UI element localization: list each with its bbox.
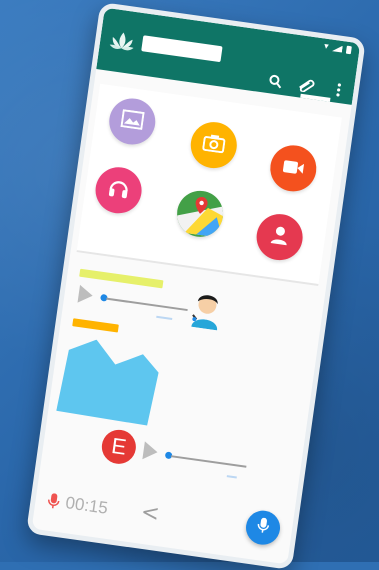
location-button[interactable] bbox=[174, 188, 226, 240]
camera-button[interactable] bbox=[188, 119, 240, 171]
record-button[interactable] bbox=[244, 508, 282, 546]
recording-timer: 00:15 bbox=[64, 493, 109, 519]
status-bar: ▾ bbox=[323, 42, 352, 56]
video-camera-icon bbox=[281, 157, 305, 179]
signal-icon bbox=[332, 44, 343, 52]
lotus-logo-icon bbox=[107, 29, 138, 55]
battery-icon bbox=[346, 46, 352, 55]
microphone-icon bbox=[256, 517, 271, 538]
headphones-icon bbox=[106, 177, 131, 204]
image-message[interactable] bbox=[56, 336, 166, 429]
audio-button[interactable] bbox=[93, 164, 145, 216]
message-meta-line bbox=[156, 316, 172, 320]
play-icon[interactable] bbox=[78, 285, 94, 305]
message-highlight-bar bbox=[79, 269, 163, 289]
wifi-icon: ▾ bbox=[323, 42, 329, 53]
camera-icon bbox=[201, 133, 226, 158]
contact-button[interactable] bbox=[254, 211, 306, 263]
more-vert-icon[interactable] bbox=[329, 80, 349, 100]
location-map-icon bbox=[174, 188, 226, 240]
audio-track[interactable] bbox=[106, 298, 187, 311]
play-icon[interactable] bbox=[142, 441, 158, 461]
search-icon[interactable] bbox=[265, 71, 285, 91]
gallery-icon bbox=[120, 109, 145, 134]
avatar bbox=[185, 284, 228, 331]
microphone-icon bbox=[47, 493, 61, 511]
image-caption-bar bbox=[72, 318, 119, 332]
gallery-button[interactable] bbox=[106, 96, 158, 148]
chat-title-placeholder bbox=[141, 35, 222, 62]
attachment-panel bbox=[77, 84, 342, 286]
sender-initial: E bbox=[110, 433, 128, 461]
message-meta-line bbox=[227, 475, 237, 478]
contact-person-icon bbox=[268, 224, 291, 251]
chevron-left-icon[interactable]: < bbox=[139, 500, 161, 527]
video-button[interactable] bbox=[267, 142, 319, 194]
sender-avatar: E bbox=[100, 428, 138, 466]
audio-track[interactable] bbox=[171, 455, 247, 468]
